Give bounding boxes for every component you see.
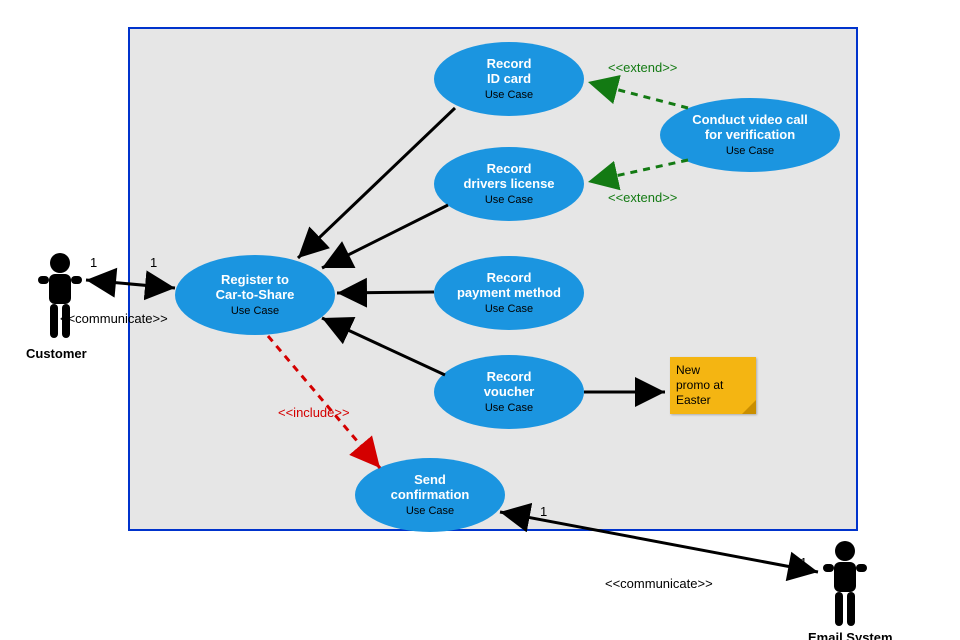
- person-icon: [820, 540, 870, 630]
- stereo-customer: <<communicate>>: [60, 311, 168, 326]
- actor-email-label: Email System: [808, 630, 893, 640]
- usecase-record-pay-title: Recordpayment method: [457, 271, 561, 301]
- sticky-note[interactable]: Newpromo atEaster: [670, 357, 756, 414]
- usecase-register-sub: Use Case: [231, 305, 279, 317]
- usecase-record-voucher-title: Recordvoucher: [484, 370, 535, 400]
- usecase-record-id[interactable]: RecordID card Use Case: [434, 42, 584, 116]
- usecase-video-call-sub: Use Case: [726, 145, 774, 157]
- mult-customer-near: 1: [90, 255, 97, 270]
- usecase-register[interactable]: Register toCar-to-Share Use Case: [175, 255, 335, 335]
- usecase-record-dl-sub: Use Case: [485, 194, 533, 206]
- usecase-record-id-title: RecordID card: [487, 57, 532, 87]
- usecase-video-call-title: Conduct video callfor verification: [692, 113, 808, 143]
- stereo-email: <<communicate>>: [605, 576, 713, 591]
- person-icon: [35, 252, 85, 342]
- usecase-send-conf-sub: Use Case: [406, 505, 454, 517]
- actor-email[interactable]: [820, 540, 870, 630]
- mult-email-near: 1: [800, 555, 807, 570]
- usecase-record-pay[interactable]: Recordpayment method Use Case: [434, 256, 584, 330]
- actor-customer[interactable]: [35, 252, 85, 342]
- usecase-record-pay-sub: Use Case: [485, 303, 533, 315]
- diagram-canvas: Register toCar-to-Share Use Case RecordI…: [0, 0, 960, 640]
- usecase-register-title: Register toCar-to-Share: [216, 273, 295, 303]
- usecase-video-call[interactable]: Conduct video callfor verification Use C…: [660, 98, 840, 172]
- usecase-send-conf-title: Sendconfirmation: [391, 473, 470, 503]
- usecase-record-dl-title: Recorddrivers license: [463, 162, 554, 192]
- usecase-record-voucher-sub: Use Case: [485, 402, 533, 414]
- label-extend-2: <<extend>>: [608, 190, 677, 205]
- usecase-send-conf[interactable]: Sendconfirmation Use Case: [355, 458, 505, 532]
- sticky-note-text: Newpromo atEaster: [676, 363, 723, 407]
- label-include: <<include>>: [278, 405, 350, 420]
- usecase-record-id-sub: Use Case: [485, 89, 533, 101]
- actor-customer-label: Customer: [26, 346, 87, 361]
- mult-email-far: 1: [540, 504, 547, 519]
- mult-customer-far: 1: [150, 255, 157, 270]
- usecase-record-dl[interactable]: Recorddrivers license Use Case: [434, 147, 584, 221]
- label-extend-1: <<extend>>: [608, 60, 677, 75]
- usecase-record-voucher[interactable]: Recordvoucher Use Case: [434, 355, 584, 429]
